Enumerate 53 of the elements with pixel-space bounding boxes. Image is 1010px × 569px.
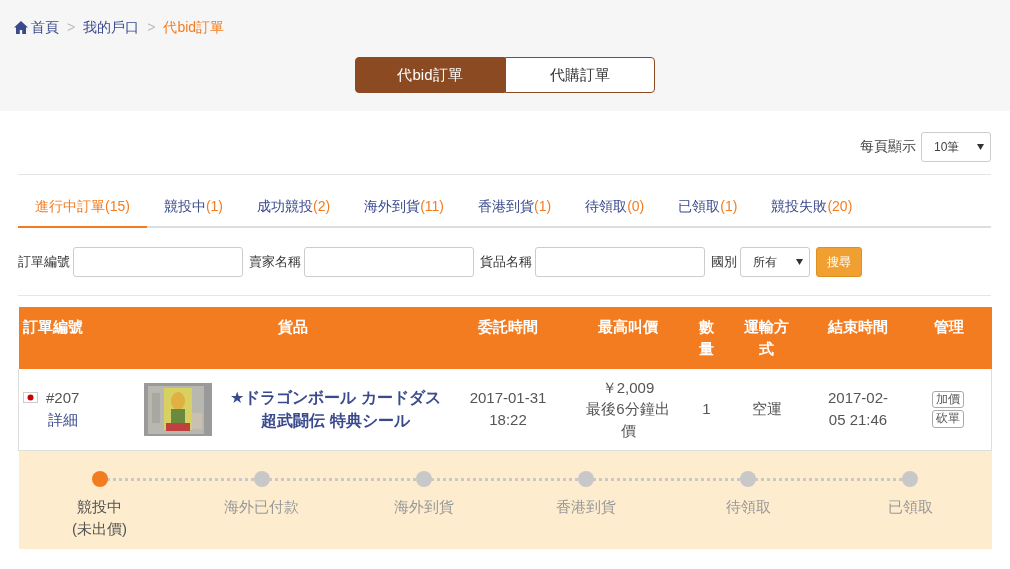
progress-label: 香港到貨 xyxy=(555,496,618,517)
quantity: 1 xyxy=(701,399,712,420)
product-title-line[interactable]: ★ドラゴンボール カードダス xyxy=(224,385,447,410)
home-icon[interactable] xyxy=(14,21,28,34)
status-tab[interactable]: 已領取(1) xyxy=(661,187,755,228)
progress-label: 海外已付款 xyxy=(224,496,300,517)
product-title-line[interactable]: 超武闘伝 特典シール xyxy=(224,409,447,433)
column-header: 訂單編號 xyxy=(18,307,136,369)
per-page-label: 每頁顯示 xyxy=(860,137,916,156)
breadcrumb-link[interactable]: 我的戶口 xyxy=(83,17,140,38)
status-tab[interactable]: 待領取(0) xyxy=(568,187,662,228)
column-header: 貨品 xyxy=(135,307,451,369)
column-header: 最高叫價 xyxy=(565,307,691,369)
commission-time: 2017-01-31 18:22 xyxy=(468,388,548,431)
breadcrumb-separator: > xyxy=(147,18,156,37)
shipping-method: 空運 xyxy=(750,399,783,420)
progress-label: 海外到貨 xyxy=(392,496,455,517)
order-number: #207 xyxy=(46,388,80,409)
filter-label: 訂單編號 xyxy=(18,252,70,271)
status-tab[interactable]: 香港到貨(1) xyxy=(461,187,569,228)
order-type-tab[interactable]: 代購訂單 xyxy=(505,57,655,93)
column-header: 委託時間 xyxy=(450,307,566,369)
column-header: 數量 xyxy=(690,307,723,369)
filter-label: 貨品名稱 xyxy=(480,252,532,271)
filter-label: 賣家名稱 xyxy=(249,252,301,271)
input-field[interactable] xyxy=(73,246,243,277)
status-tab[interactable]: 海外到貨(11) xyxy=(347,187,461,228)
input-field[interactable] xyxy=(304,246,474,277)
per-page-select[interactable]: 10筆 xyxy=(921,131,991,162)
price: ￥2,009 xyxy=(600,377,656,398)
filter-label: 國別 xyxy=(711,252,737,271)
flag-icon xyxy=(23,392,38,404)
column-header: 結束時間 xyxy=(810,307,906,369)
status-tab[interactable]: 競投失敗(20) xyxy=(754,187,870,228)
status-tab[interactable]: 競投中(1) xyxy=(146,187,241,228)
progress-label: 競投中 (未出價) xyxy=(71,496,129,539)
breadcrumb-link[interactable]: 首頁 xyxy=(31,17,59,38)
breadcrumb-separator: > xyxy=(67,18,76,37)
column-header: 運輸方式 xyxy=(722,307,811,369)
price-note: 最後6分鐘出價 xyxy=(585,399,671,441)
order-type-tab[interactable]: 代bid訂單 xyxy=(355,57,505,93)
progress-label: 已領取 xyxy=(886,496,934,517)
detail-link[interactable]: 詳細 xyxy=(47,411,78,429)
status-tab[interactable]: 成功競投(2) xyxy=(240,187,348,228)
caret-icon xyxy=(796,258,803,265)
column-header: 管理 xyxy=(905,307,992,369)
input-field[interactable] xyxy=(535,246,705,277)
caret-icon xyxy=(977,143,984,150)
action-button[interactable]: 砍單 xyxy=(932,410,965,428)
end-time: 2017-02-05 21:46 xyxy=(826,388,889,431)
country-select[interactable]: 所有 xyxy=(740,246,810,277)
action-button[interactable]: 加價 xyxy=(932,390,965,409)
progress-label: 待領取 xyxy=(724,496,772,517)
